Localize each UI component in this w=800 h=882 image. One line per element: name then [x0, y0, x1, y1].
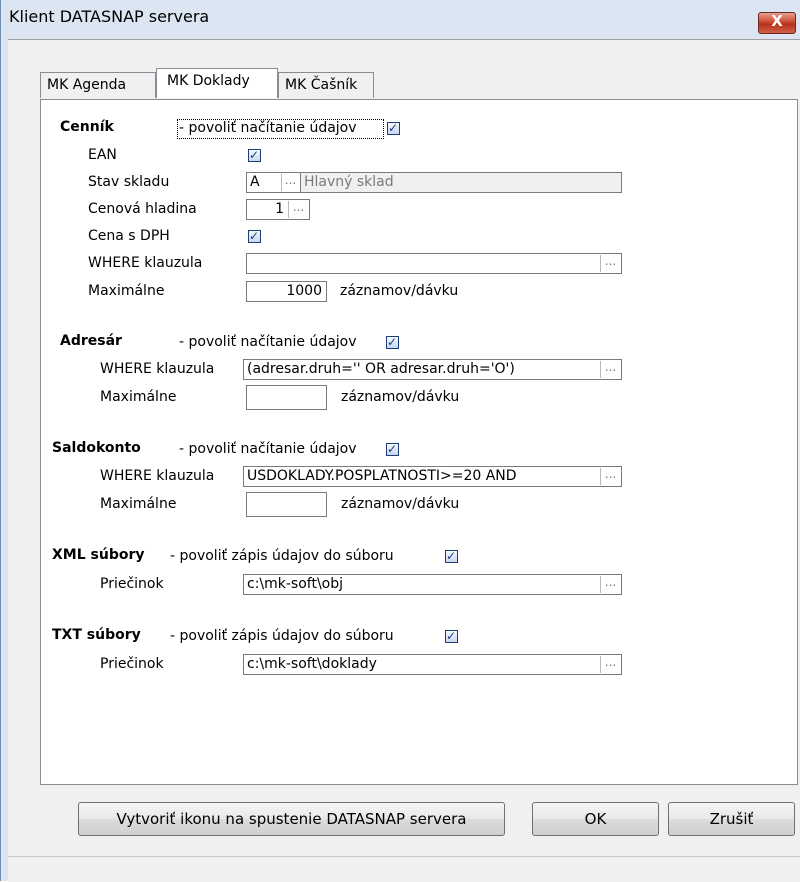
saldokonto-where-browse-button[interactable]: ...	[600, 468, 620, 485]
cennik-where-input[interactable]: ...	[246, 253, 622, 274]
txt-enable-label: - povoliť zápis údajov do súboru	[170, 628, 394, 644]
xml-title: XML súbory	[52, 547, 145, 563]
xml-folder-input[interactable]: c:\mk-soft\obj...	[243, 574, 622, 595]
cennik-max-label: Maximálne	[88, 283, 165, 299]
check-icon: ✓	[249, 148, 260, 162]
adresar-max-input[interactable]	[246, 385, 327, 410]
saldokonto-title: Saldokonto	[52, 440, 141, 456]
txt-title: TXT súbory	[52, 627, 141, 643]
stav-skladu-browse-button[interactable]: ...	[281, 174, 299, 191]
create-shortcut-button[interactable]: Vytvoriť ikonu na spustenie DATASNAP ser…	[78, 802, 505, 836]
cennik-max-input[interactable]: 1000	[246, 281, 327, 302]
txt-enable-checkbox[interactable]: ✓	[445, 629, 458, 643]
ean-label: EAN	[88, 147, 117, 163]
saldokonto-where-label: WHERE klauzula	[100, 468, 215, 484]
check-icon: ✓	[446, 549, 457, 563]
cennik-enable-label: - povoliť načítanie údajov	[179, 120, 357, 136]
stav-skladu-name-field: Hlavný sklad	[300, 172, 622, 193]
saldokonto-max-label: Maximálne	[100, 496, 177, 512]
stav-skladu-code-input[interactable]: A...	[246, 172, 301, 193]
stav-skladu-code-value: A	[250, 174, 260, 190]
xml-enable-label: - povoliť zápis údajov do súboru	[170, 548, 394, 564]
cennik-where-label: WHERE klauzula	[88, 255, 203, 271]
check-icon: ✓	[446, 629, 457, 643]
adresar-enable-label: - povoliť načítanie údajov	[179, 334, 357, 350]
check-icon: ✓	[387, 335, 398, 349]
tab-mk-agenda[interactable]: MK Agenda	[40, 72, 156, 98]
adresar-unit-label: záznamov/dávku	[341, 389, 460, 405]
cennik-enable-checkbox[interactable]: ✓	[387, 121, 400, 135]
check-icon: ✓	[387, 442, 398, 456]
tab-mk-casnik[interactable]: MK Čašník	[278, 72, 374, 98]
cennik-max-value: 1000	[286, 283, 322, 299]
window-title: Klient DATASNAP servera	[9, 7, 210, 26]
saldokonto-enable-checkbox[interactable]: ✓	[386, 442, 399, 456]
xml-enable-checkbox[interactable]: ✓	[445, 549, 458, 563]
check-icon: ✓	[249, 229, 260, 243]
stav-skladu-label: Stav skladu	[88, 174, 170, 190]
cancel-button[interactable]: Zrušiť	[668, 802, 795, 836]
tab-mk-doklady[interactable]: MK Doklady	[156, 68, 278, 98]
check-icon: ✓	[388, 121, 399, 135]
adresar-where-label: WHERE klauzula	[100, 361, 215, 377]
adresar-where-input[interactable]: (adresar.druh='' OR adresar.druh='O')...	[243, 359, 622, 380]
close-icon: X	[771, 12, 783, 30]
close-button[interactable]: X	[758, 12, 796, 34]
tab-label: MK Čašník	[285, 77, 358, 93]
cena-s-dph-checkbox[interactable]: ✓	[248, 229, 261, 243]
saldokonto-unit-label: záznamov/dávku	[341, 496, 460, 512]
txt-folder-browse-button[interactable]: ...	[600, 656, 620, 673]
adresar-title: Adresár	[60, 333, 122, 349]
stav-skladu-name-value: Hlavný sklad	[304, 174, 394, 190]
status-bar	[8, 856, 800, 882]
adresar-enable-checkbox[interactable]: ✓	[386, 335, 399, 349]
cenova-hladina-browse-button[interactable]: ...	[288, 201, 308, 218]
tab-label: MK Doklady	[167, 73, 250, 89]
cennik-title: Cenník	[60, 119, 114, 135]
tab-label: MK Agenda	[47, 77, 127, 93]
txt-folder-label: Priečinok	[100, 656, 164, 672]
adresar-where-value: (adresar.druh='' OR adresar.druh='O')	[247, 361, 515, 377]
xml-folder-label: Priečinok	[100, 576, 164, 592]
adresar-where-browse-button[interactable]: ...	[600, 361, 620, 378]
saldokonto-where-input[interactable]: USDOKLADY.POSPLATNOSTI>=20 AND...	[243, 466, 622, 487]
cenova-hladina-input[interactable]: 1...	[246, 199, 310, 220]
txt-folder-input[interactable]: c:\mk-soft\doklady...	[243, 654, 622, 675]
cenova-hladina-value: 1	[275, 201, 284, 217]
txt-folder-value: c:\mk-soft\doklady	[247, 656, 377, 672]
xml-folder-value: c:\mk-soft\obj	[247, 576, 344, 592]
cena-s-dph-label: Cena s DPH	[88, 228, 170, 244]
ean-checkbox[interactable]: ✓	[248, 148, 261, 162]
cennik-unit-label: záznamov/dávku	[340, 283, 459, 299]
saldokonto-enable-label: - povoliť načítanie údajov	[179, 441, 357, 457]
cenova-hladina-label: Cenová hladina	[88, 201, 197, 217]
cennik-where-browse-button[interactable]: ...	[600, 255, 620, 272]
saldokonto-max-input[interactable]	[246, 492, 327, 517]
xml-folder-browse-button[interactable]: ...	[600, 576, 620, 593]
saldokonto-where-value: USDOKLADY.POSPLATNOSTI>=20 AND	[247, 468, 517, 484]
title-bar[interactable]: Klient DATASNAP servera X	[1, 0, 800, 38]
ok-button[interactable]: OK	[532, 802, 659, 836]
adresar-max-label: Maximálne	[100, 389, 177, 405]
